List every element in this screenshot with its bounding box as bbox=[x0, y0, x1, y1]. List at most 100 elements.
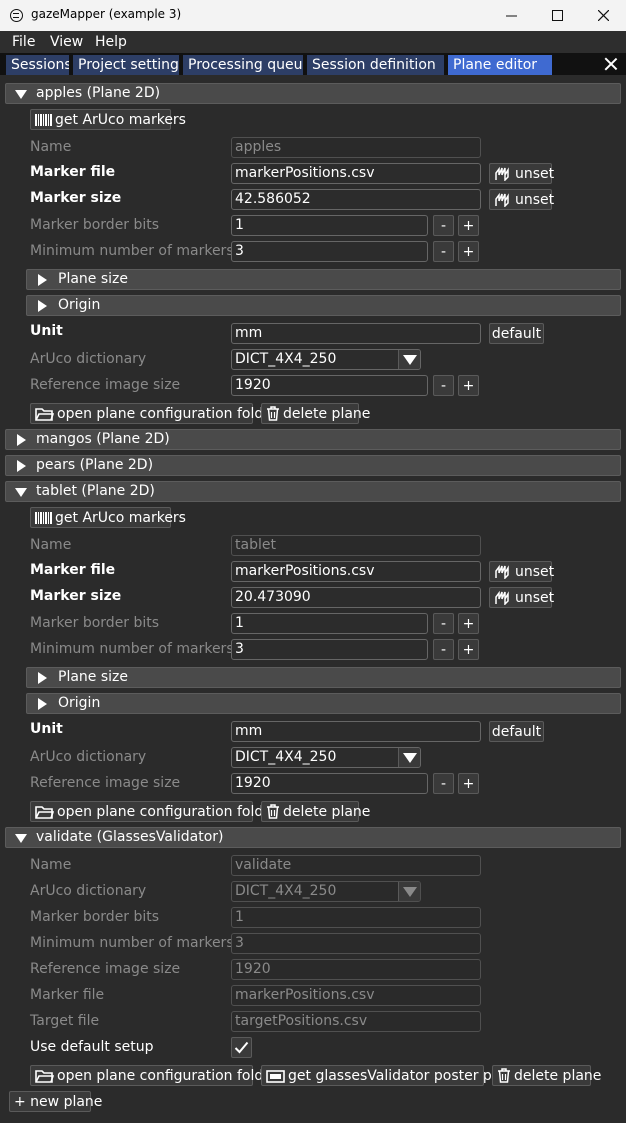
min-markers-field: 3 bbox=[231, 933, 481, 954]
marker-file-label: Marker file bbox=[30, 164, 116, 180]
unset-icon bbox=[495, 166, 509, 181]
title-bar: gazeMapper (example 3) bbox=[0, 0, 626, 31]
marker-file-input[interactable]: markerPositions.csv bbox=[231, 163, 481, 184]
plane-editor-panel: apples (Plane 2D) get ArUco markers Name… bbox=[0, 75, 626, 1123]
delete-plane-button[interactable]: delete plane bbox=[261, 801, 370, 822]
tab-sessions[interactable]: Sessions bbox=[6, 55, 69, 75]
tab-processing-queue[interactable]: Processing queue bbox=[183, 55, 303, 75]
dropdown-arrow-icon bbox=[398, 882, 420, 901]
section-label: Plane size bbox=[58, 271, 128, 287]
marker-file-label: Marker file bbox=[30, 987, 105, 1003]
decrement-button[interactable]: - bbox=[433, 215, 454, 236]
marker-file-input[interactable]: markerPositions.csv bbox=[231, 561, 481, 582]
unit-input[interactable]: mm bbox=[231, 721, 481, 742]
unit-input[interactable]: mm bbox=[231, 323, 481, 344]
button-label: get ArUco markers bbox=[55, 111, 186, 128]
expand-arrow-icon bbox=[17, 434, 26, 446]
expand-arrow-icon bbox=[38, 698, 47, 710]
tab-project-settings[interactable]: Project settings bbox=[73, 55, 179, 75]
marker-size-input[interactable]: 42.586052 bbox=[231, 189, 481, 210]
origin-section[interactable]: Origin bbox=[26, 295, 621, 316]
aruco-dictionary-select[interactable]: DICT_4X4_250 bbox=[231, 747, 421, 768]
unset-marker-size-button[interactable]: unset bbox=[489, 189, 554, 210]
decrement-button[interactable]: - bbox=[433, 639, 454, 660]
window-title: gazeMapper (example 3) bbox=[31, 7, 182, 21]
app-icon bbox=[10, 9, 23, 22]
plane-header-tablet[interactable]: tablet (Plane 2D) bbox=[5, 481, 621, 502]
plane-header-validate[interactable]: validate (GlassesValidator) bbox=[5, 827, 621, 848]
unset-marker-file-button[interactable]: unset bbox=[489, 561, 554, 582]
plane-header-apples[interactable]: apples (Plane 2D) bbox=[5, 83, 621, 104]
tab-session-definition[interactable]: Session definition bbox=[307, 55, 444, 75]
delete-plane-button[interactable]: delete plane bbox=[261, 403, 370, 424]
open-plane-folder-button[interactable]: open plane configuration folder bbox=[30, 1065, 278, 1086]
decrement-button[interactable]: - bbox=[433, 241, 454, 262]
reference-image-size-field: 1920 bbox=[231, 959, 481, 980]
get-aruco-markers-button[interactable]: get ArUco markers bbox=[30, 109, 186, 130]
increment-button[interactable]: + bbox=[458, 215, 479, 236]
unset-marker-file-button[interactable]: unset bbox=[489, 163, 554, 184]
unset-icon bbox=[495, 192, 509, 207]
default-unit-button[interactable]: default bbox=[489, 721, 544, 742]
menu-file[interactable]: File bbox=[12, 34, 35, 50]
delete-plane-button[interactable]: delete plane bbox=[492, 1065, 601, 1086]
button-label: delete plane bbox=[283, 803, 371, 820]
reference-image-size-input[interactable]: 1920 bbox=[231, 773, 428, 794]
plane-size-section[interactable]: Plane size bbox=[26, 269, 621, 290]
increment-button[interactable]: + bbox=[458, 613, 479, 634]
default-unit-button[interactable]: default bbox=[489, 323, 544, 344]
min-markers-input[interactable]: 3 bbox=[231, 639, 428, 660]
use-default-setup-checkbox[interactable] bbox=[231, 1037, 252, 1058]
reference-image-size-input[interactable]: 1920 bbox=[231, 375, 428, 396]
tab-plane-editor[interactable]: Plane editor bbox=[448, 55, 552, 75]
trash-icon bbox=[267, 804, 279, 819]
plane-size-section[interactable]: Plane size bbox=[26, 667, 621, 688]
increment-button[interactable]: + bbox=[458, 241, 479, 262]
marker-file-label: Marker file bbox=[30, 562, 116, 578]
get-poster-pdf-button[interactable]: get glassesValidator poster pdf bbox=[261, 1065, 506, 1086]
unset-icon bbox=[495, 564, 509, 579]
close-tab-icon[interactable] bbox=[604, 57, 618, 71]
open-plane-folder-button[interactable]: open plane configuration folder bbox=[30, 801, 278, 822]
name-label: Name bbox=[30, 857, 72, 873]
decrement-button[interactable]: - bbox=[433, 375, 454, 396]
marker-file-field: markerPositions.csv bbox=[231, 985, 481, 1006]
plane-header-pears[interactable]: pears (Plane 2D) bbox=[5, 455, 621, 476]
new-plane-button[interactable]: + new plane bbox=[9, 1091, 102, 1112]
unset-marker-size-button[interactable]: unset bbox=[489, 587, 555, 608]
min-markers-input[interactable]: 3 bbox=[231, 241, 428, 262]
marker-border-bits-label: Marker border bits bbox=[30, 217, 160, 233]
menu-help[interactable]: Help bbox=[95, 34, 127, 50]
increment-button[interactable]: + bbox=[458, 639, 479, 660]
marker-border-bits-input[interactable]: 1 bbox=[231, 215, 428, 236]
maximize-button[interactable] bbox=[534, 0, 580, 31]
name-label: Name bbox=[30, 139, 72, 155]
aruco-dictionary-select[interactable]: DICT_4X4_250 bbox=[231, 349, 421, 370]
poster-icon bbox=[266, 1069, 285, 1083]
plane-header-label: apples (Plane 2D) bbox=[36, 85, 161, 101]
button-label: unset bbox=[515, 589, 555, 606]
reference-image-size-label: Reference image size bbox=[30, 961, 181, 977]
folder-icon bbox=[35, 407, 54, 421]
collapse-arrow-icon bbox=[15, 488, 27, 497]
expand-arrow-icon bbox=[38, 274, 47, 286]
menu-bar: File View Help bbox=[0, 31, 626, 53]
decrement-button[interactable]: - bbox=[433, 773, 454, 794]
min-markers-label: Minimum number of markers bbox=[30, 243, 234, 259]
increment-button[interactable]: + bbox=[458, 773, 479, 794]
expand-arrow-icon bbox=[17, 460, 26, 472]
origin-section[interactable]: Origin bbox=[26, 693, 621, 714]
marker-border-bits-input[interactable]: 1 bbox=[231, 613, 428, 634]
marker-size-input[interactable]: 20.473090 bbox=[231, 587, 481, 608]
button-label: open plane configuration folder bbox=[57, 803, 278, 820]
increment-button[interactable]: + bbox=[458, 375, 479, 396]
marker-border-bits-label: Marker border bits bbox=[30, 615, 160, 631]
plane-header-mangos[interactable]: mangos (Plane 2D) bbox=[5, 429, 621, 450]
get-aruco-markers-button[interactable]: get ArUco markers bbox=[30, 507, 186, 528]
decrement-button[interactable]: - bbox=[433, 613, 454, 634]
menu-view[interactable]: View bbox=[50, 34, 83, 50]
open-plane-folder-button[interactable]: open plane configuration folder bbox=[30, 403, 278, 424]
plane-header-label: pears (Plane 2D) bbox=[36, 457, 154, 473]
minimize-button[interactable] bbox=[488, 0, 534, 31]
close-window-button[interactable] bbox=[580, 0, 626, 31]
